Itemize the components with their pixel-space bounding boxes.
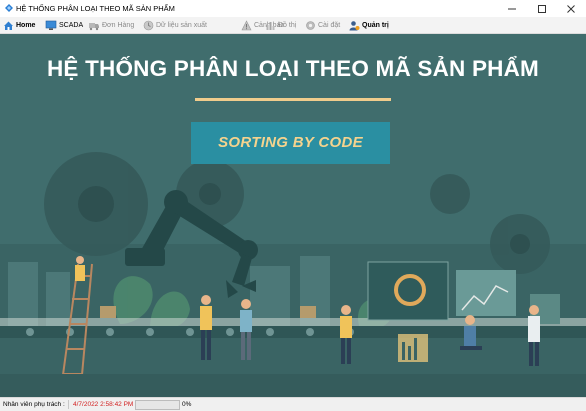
home-icon [4,21,13,30]
gear-icon [306,20,315,30]
menu-label-scada: SCADA [59,21,84,29]
clock-icon [143,20,154,30]
menu-item-du-lieu[interactable]: Dữ liệu sản xuất [143,18,207,32]
minimize-icon [508,8,516,10]
sorting-by-code-button[interactable]: SORTING BY CODE [191,122,390,164]
status-separator [68,400,69,409]
warning-icon [241,19,252,30]
progress-percent: 0% [182,401,192,408]
menu-item-don-hang[interactable]: Đơn Hàng [88,18,134,32]
menu-item-do-thi[interactable]: Đồ thị [265,18,296,32]
progress-bar [135,400,180,410]
menu-label-du-lieu: Dữ liệu sản xuất [156,21,207,29]
menu-label-home: Home [16,21,36,29]
menu-item-scada[interactable]: SCADA [45,18,83,32]
factory-illustration [0,34,586,397]
menu-label-quan-tri: Quản trị [362,21,389,29]
title-underline [195,98,391,101]
menu-label-don-hang: Đơn Hàng [102,21,135,29]
close-icon [567,4,575,13]
monitor-icon [45,20,57,30]
minimize-button[interactable] [497,0,527,17]
menu-item-quan-tri[interactable]: Quản trị [349,18,389,32]
app-icon [5,4,13,12]
user-admin-icon [349,20,360,30]
staff-label: Nhân viên phụ trách : [3,401,65,408]
menu-label-do-thi: Đồ thị [278,21,297,29]
truck-icon [89,22,99,30]
maximize-icon [538,4,546,13]
title-bar: HỆ THỐNG PHÂN LOẠI THEO MÃ SẢN PHẨM [0,0,586,17]
status-bar: Nhân viên phụ trách : 4/7/2022 2:58:42 P… [0,397,586,411]
chart-icon [266,21,275,30]
menu-bar: Home SCADA Đơn Hàng Dữ liệu sản xuất Cản… [0,17,586,34]
status-datetime: 4/7/2022 2:58:42 PM [73,401,134,408]
close-button[interactable] [556,0,586,17]
menu-item-home[interactable]: Home [3,18,35,32]
home-banner: HỆ THỐNG PHÂN LOẠI THEO MÃ SẢN PHẨM SORT… [0,34,586,397]
hero-title: HỆ THỐNG PHÂN LOẠI THEO MÃ SẢN PHẨM [46,56,539,81]
menu-item-cai-dat[interactable]: Cài đặt [305,18,340,32]
window-title: HỆ THỐNG PHÂN LOẠI THEO MÃ SẢN PHẨM [16,4,175,13]
menu-label-cai-dat: Cài đặt [318,21,341,29]
maximize-button[interactable] [527,0,557,17]
